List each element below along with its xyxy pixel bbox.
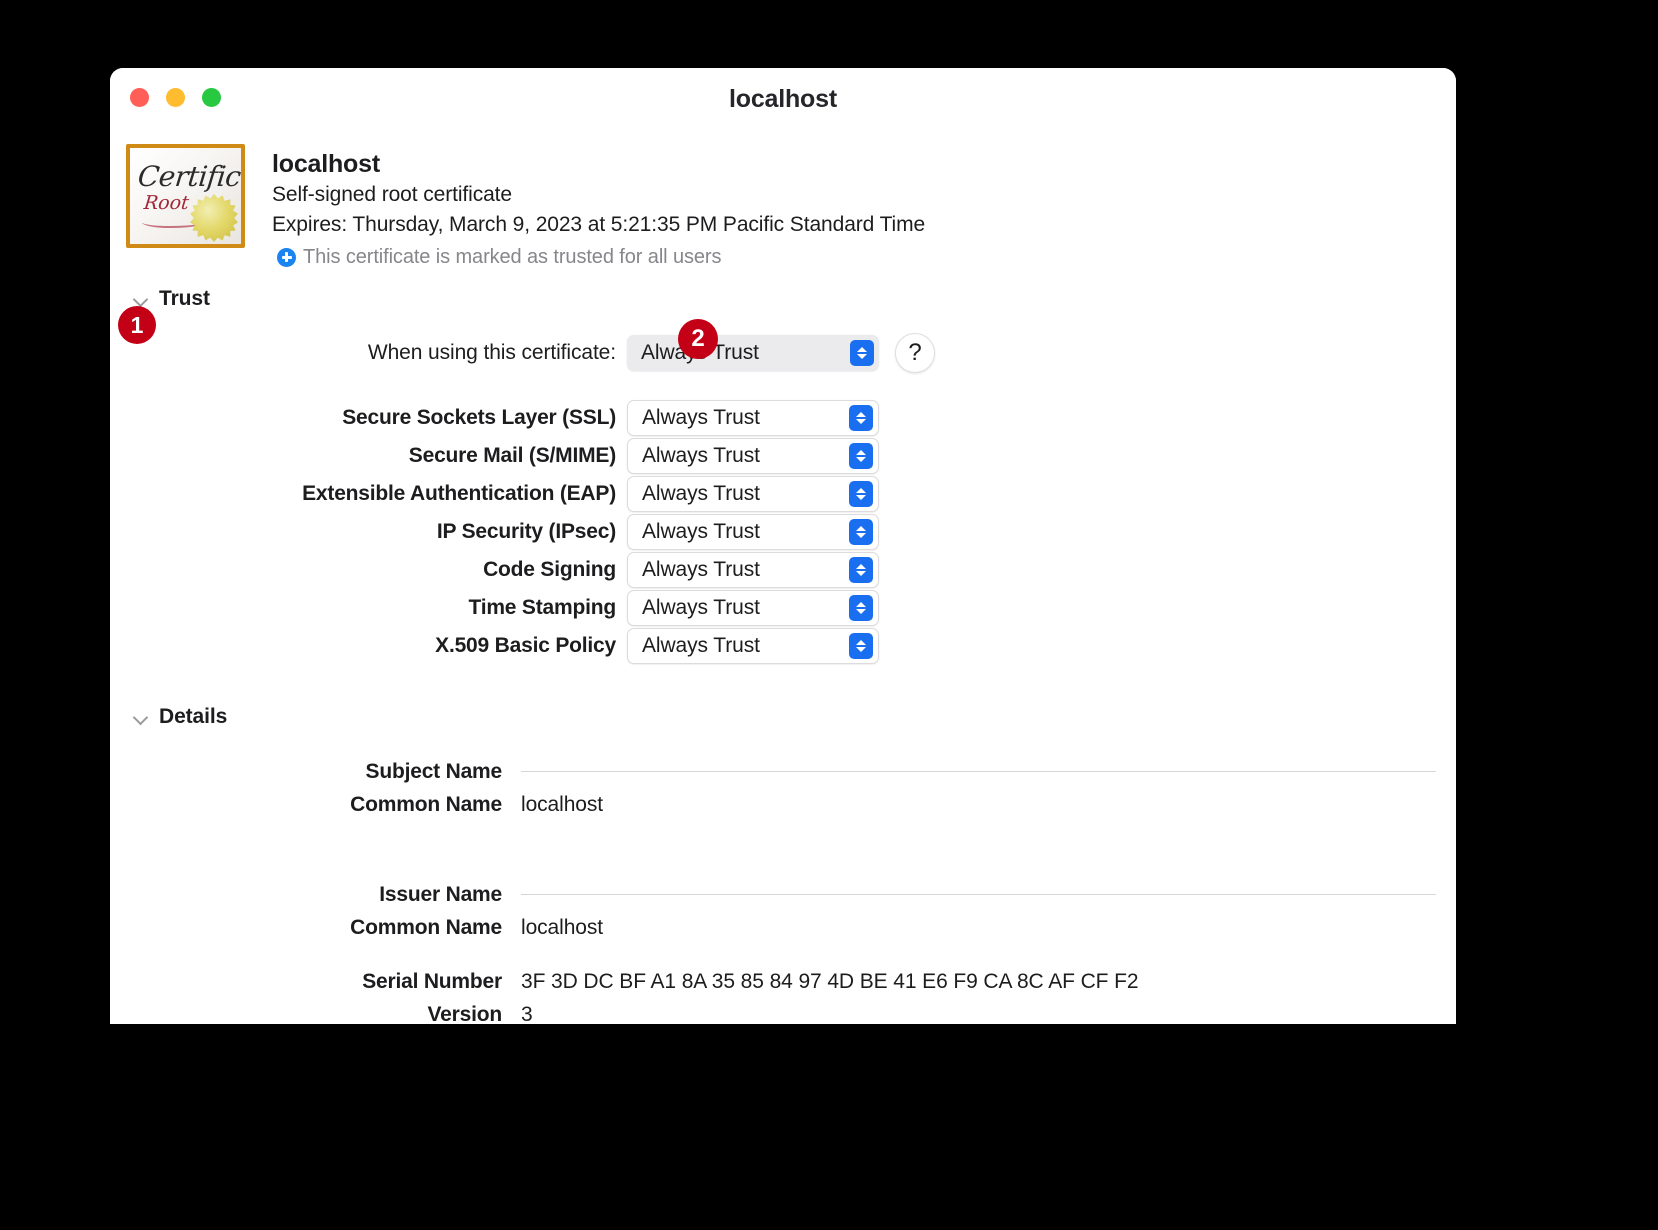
details-section-title: Details <box>159 704 228 728</box>
trust-section-title: Trust <box>159 286 210 310</box>
chevron-updown-icon[interactable] <box>849 442 873 469</box>
trust-policy-value: Always Trust <box>642 405 760 429</box>
window-title: localhost <box>729 84 837 113</box>
version-label: Version <box>427 1002 503 1024</box>
trust-policy-value: Always Trust <box>642 519 760 543</box>
annotation-badge-2: 2 <box>678 319 718 359</box>
chevron-updown-icon[interactable] <box>849 556 873 583</box>
trust-policy-row: Extensible Authentication (EAP) Always Tr… <box>110 475 1456 513</box>
issuer-common-name-value: localhost <box>521 915 603 939</box>
certificate-icon-word-bottom: Root <box>142 192 190 214</box>
certificate-type: Self-signed root certificate <box>272 183 512 206</box>
trust-policy-label: IP Security (IPsec) <box>436 519 616 543</box>
certificate-window: localhost Certificate Root localhost Sel… <box>110 68 1456 1024</box>
trust-policy-list: Secure Sockets Layer (SSL) Always Trust Se… <box>110 399 1456 665</box>
version-row: Version 3 <box>110 1003 1456 1024</box>
issuer-name-header-row: Issuer Name <box>110 883 1456 907</box>
trust-policy-dropdown[interactable]: Always Trust <box>627 513 879 550</box>
serial-number-label: Serial Number <box>362 969 502 993</box>
help-button[interactable]: ? <box>895 332 935 373</box>
issuer-name-rule <box>521 894 1436 896</box>
issuer-common-name-row: Common Name localhost <box>110 916 1456 940</box>
trust-policy-dropdown[interactable]: Always Trust <box>627 589 879 626</box>
serial-number-row: Serial Number 3F 3D DC BF A1 8A 35 85 84… <box>110 970 1456 994</box>
certificate-seal-icon <box>190 194 238 242</box>
trust-section-header[interactable]: Trust <box>133 287 1456 311</box>
chevron-down-icon[interactable] <box>133 709 148 724</box>
screenshot-root: localhost Certificate Root localhost Sel… <box>0 0 1658 1230</box>
certificate-header: Certificate Root localhost Self-signed r… <box>110 130 1456 269</box>
issuer-name-header: Issuer Name <box>379 882 502 906</box>
trust-policy-value: Always Trust <box>642 595 760 619</box>
trust-policy-label: Secure Mail (S/MIME) <box>408 443 616 467</box>
close-button-icon[interactable] <box>130 88 149 107</box>
trust-policy-dropdown[interactable]: Always Trust <box>627 627 879 664</box>
certificate-expiry: Expires: Thursday, March 9, 2023 at 5:21… <box>272 213 926 237</box>
certificate-root-icon: Certificate Root <box>126 144 245 248</box>
subject-name-header: Subject Name <box>365 759 503 783</box>
plus-circle-icon <box>277 247 296 267</box>
trust-policy-row: Time Stamping Always Trust <box>110 589 1456 627</box>
annotation-badge-1: 1 <box>118 306 156 344</box>
trust-policy-dropdown[interactable]: Always Trust <box>627 437 879 474</box>
subject-common-name-value: localhost <box>521 792 603 816</box>
zoom-button-icon[interactable] <box>202 88 221 107</box>
trust-policy-value: Always Trust <box>642 443 760 467</box>
certificate-summary: localhost Self-signed root certificate E… <box>272 144 925 269</box>
chevron-updown-icon[interactable] <box>849 480 873 507</box>
subject-name-header-row: Subject Name <box>110 760 1456 784</box>
certificate-trust-status: This certificate is marked as trusted fo… <box>303 245 722 268</box>
window-titlebar: localhost <box>110 68 1456 130</box>
serial-number-value: 3F 3D DC BF A1 8A 35 85 84 97 4D BE 41 E… <box>521 969 1139 993</box>
trust-policy-dropdown[interactable]: Always Trust <box>627 475 879 512</box>
chevron-updown-icon[interactable] <box>849 594 873 621</box>
trust-main-row: When using this certificate: Always Trus… <box>110 332 1456 373</box>
when-using-certificate-dropdown[interactable]: Always Trust <box>627 334 879 371</box>
trust-policy-row: X.509 Basic Policy Always Trust <box>110 627 1456 665</box>
trust-policy-row: IP Security (IPsec) Always Trust <box>110 513 1456 551</box>
certificate-icon-word-top: Certificate <box>136 160 245 193</box>
subject-common-name-row: Common Name localhost <box>110 793 1456 817</box>
trust-policy-row: Secure Mail (S/MIME) Always Trust <box>110 437 1456 475</box>
trust-policy-label: Extensible Authentication (EAP) <box>302 481 616 505</box>
trust-policy-label: Time Stamping <box>468 595 616 619</box>
version-value: 3 <box>521 1002 533 1024</box>
chevron-down-icon[interactable] <box>133 291 148 306</box>
minimize-button-icon[interactable] <box>166 88 185 107</box>
chevron-updown-icon[interactable] <box>849 404 873 431</box>
chevron-updown-icon[interactable] <box>849 632 873 659</box>
certificate-name: localhost <box>272 150 380 178</box>
chevron-updown-icon[interactable] <box>849 518 873 545</box>
trust-section: Trust When using this certificate: Alway… <box>110 287 1456 665</box>
subject-common-name-label: Common Name <box>350 792 502 816</box>
when-using-certificate-label: When using this certificate: <box>367 340 616 364</box>
trust-policy-value: Always Trust <box>642 557 760 581</box>
certificate-trust-status-row: This certificate is marked as trusted fo… <box>277 246 925 269</box>
trust-policy-label: X.509 Basic Policy <box>435 633 616 657</box>
trust-policy-row: Code Signing Always Trust <box>110 551 1456 589</box>
subject-name-rule <box>521 771 1436 773</box>
trust-policy-label: Code Signing <box>483 557 616 581</box>
trust-policy-value: Always Trust <box>642 481 760 505</box>
issuer-common-name-label: Common Name <box>350 915 502 939</box>
trust-policy-value: Always Trust <box>642 633 760 657</box>
traffic-light-group <box>130 88 221 107</box>
trust-policy-dropdown[interactable]: Always Trust <box>627 399 879 436</box>
details-section-header[interactable]: Details <box>133 705 1456 729</box>
chevron-updown-icon[interactable] <box>850 339 874 366</box>
trust-policy-dropdown[interactable]: Always Trust <box>627 551 879 588</box>
details-section: Details Subject Name Common Name localho… <box>110 705 1456 1024</box>
trust-policy-row: Secure Sockets Layer (SSL) Always Trust <box>110 399 1456 437</box>
trust-policy-label: Secure Sockets Layer (SSL) <box>342 405 616 429</box>
